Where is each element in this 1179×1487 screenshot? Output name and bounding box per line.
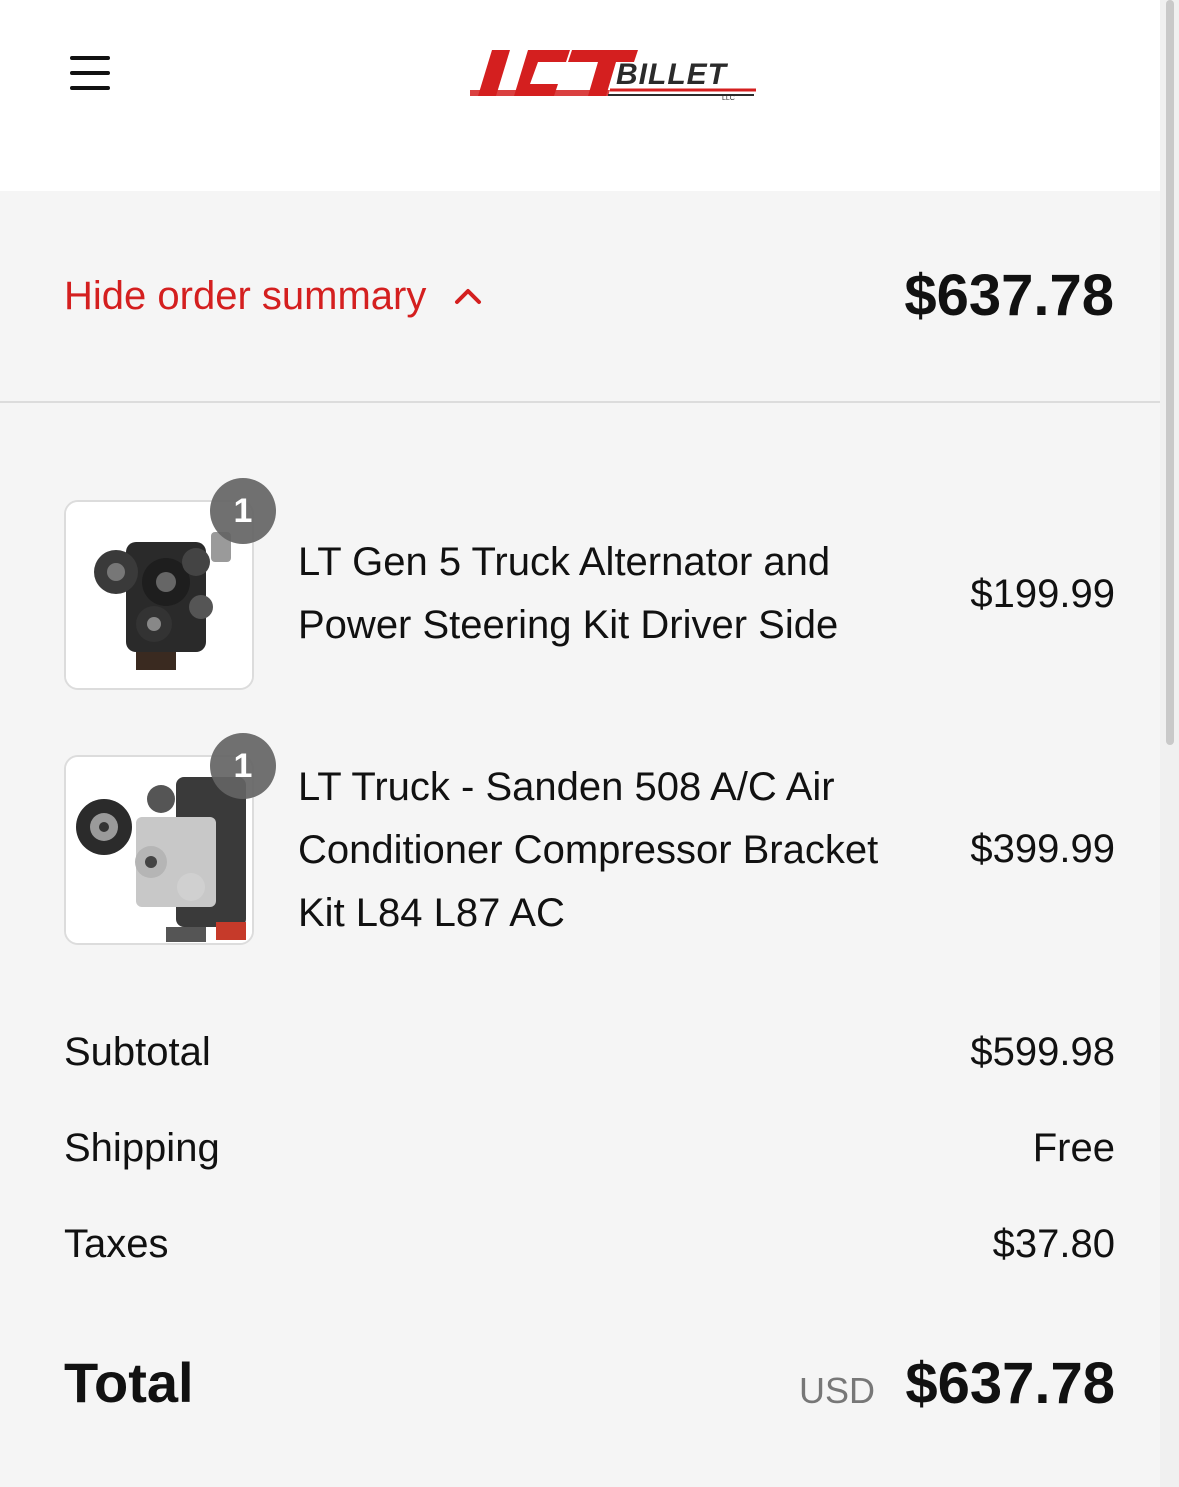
- hide-order-summary-link[interactable]: Hide order summary: [64, 270, 482, 322]
- svg-text:LLC: LLC: [722, 95, 735, 102]
- subtotal-value: $599.98: [970, 1030, 1115, 1074]
- svg-text:BILLET: BILLET: [616, 58, 729, 91]
- taxes-label: Taxes: [64, 1222, 169, 1266]
- hamburger-menu-icon[interactable]: [68, 54, 112, 94]
- product-name-line: LT Truck - Sanden 508 A/C Air: [298, 765, 835, 809]
- page-scrollbar[interactable]: [1160, 0, 1179, 1487]
- subtotal-label: Subtotal: [64, 1030, 211, 1074]
- chevron-up-icon: [455, 289, 482, 304]
- shipping-row: Shipping Free: [64, 1126, 1115, 1178]
- site-header: BILLET LLC: [0, 0, 1179, 191]
- taxes-row: Taxes $37.80: [64, 1222, 1115, 1274]
- taxes-value: $37.80: [992, 1222, 1115, 1266]
- product-name-line: LT Gen 5 Truck Alternator and: [298, 540, 831, 584]
- product-price: $399.99: [970, 827, 1115, 871]
- product-name-line: Power Steering Kit Driver Side: [298, 603, 839, 647]
- line-item: 1 LT Gen 5 Truck Alternator and Power St…: [64, 478, 1115, 692]
- total-value: $637.78: [905, 1351, 1115, 1416]
- product-name: LT Gen 5 Truck Alternator and Power Stee…: [298, 531, 838, 657]
- total-row: Total USD $637.78: [64, 1350, 1115, 1420]
- ict-billet-logo[interactable]: BILLET LLC: [470, 44, 762, 102]
- scrollbar-thumb[interactable]: [1166, 0, 1174, 745]
- quantity-badge: 1: [210, 733, 276, 799]
- shipping-label: Shipping: [64, 1126, 220, 1170]
- hide-order-summary-label: Hide order summary: [64, 273, 427, 318]
- currency-code: USD: [798, 1370, 875, 1411]
- product-name-line: Kit L84 L87 AC: [298, 891, 565, 935]
- product-price: $199.99: [970, 572, 1115, 616]
- quantity-badge: 1: [210, 478, 276, 544]
- product-name-line: Conditioner Compressor Bracket: [298, 828, 879, 872]
- subtotal-row: Subtotal $599.98: [64, 1030, 1115, 1082]
- shipping-value: Free: [1032, 1126, 1115, 1170]
- product-name: LT Truck - Sanden 508 A/C Air Conditione…: [298, 756, 878, 945]
- total-label: Total: [64, 1351, 194, 1414]
- line-item: 1 LT Truck - Sanden 508 A/C Air Conditio…: [64, 733, 1115, 947]
- summary-total-price: $637.78: [904, 263, 1114, 328]
